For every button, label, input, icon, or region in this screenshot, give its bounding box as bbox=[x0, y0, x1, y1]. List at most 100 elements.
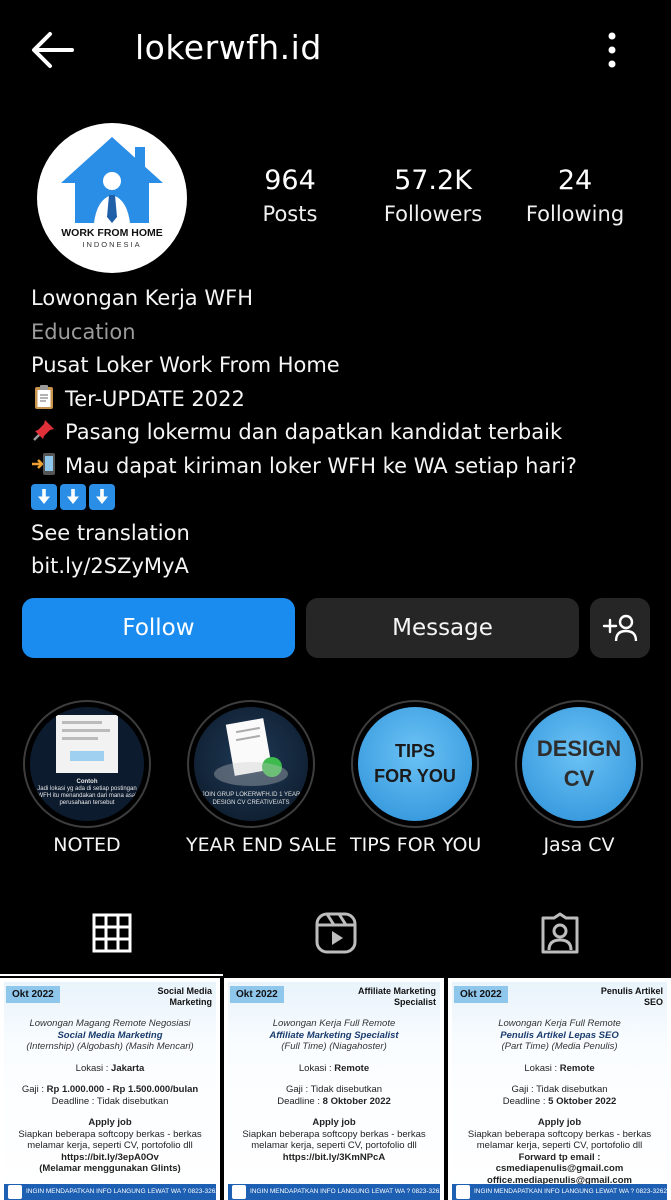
post-salary-label: Gaji : bbox=[511, 1084, 534, 1095]
avatar-logo-subtext: INDONESIA bbox=[82, 240, 142, 249]
posts-count-value: 964 bbox=[264, 165, 316, 196]
highlight-tips-cover-line2: FOR YOU bbox=[374, 766, 456, 786]
post-date: Okt 2022 bbox=[6, 986, 60, 1003]
highlight-ring: Contoh Jadi lokasi yg ada di setiap post… bbox=[23, 700, 151, 828]
bio-line-2-text: Ter-UPDATE 2022 bbox=[65, 386, 245, 411]
pushpin-emoji-icon bbox=[31, 417, 57, 443]
add-user-icon bbox=[602, 614, 638, 642]
suggested-users-button[interactable] bbox=[590, 598, 650, 658]
post-position: Social Media Marketing bbox=[57, 1029, 163, 1041]
post-apply-note: (Melamar menggunakan Glints) bbox=[39, 1163, 181, 1174]
post-date: Okt 2022 bbox=[454, 986, 508, 1003]
profile-username: lokerwfh.id bbox=[135, 28, 322, 67]
following-count-label: Following bbox=[525, 202, 625, 226]
post-salary: Rp 1.000.000 - Rp 1.500.000/bulan bbox=[46, 1084, 199, 1095]
post-position: Affiliate Marketing Specialist bbox=[269, 1029, 399, 1041]
post-deadline-label: Deadline : bbox=[502, 1095, 546, 1107]
highlight-tips-cover-line1: TIPS bbox=[394, 741, 435, 761]
followers-count-label: Followers bbox=[383, 202, 483, 226]
bio-line-3: Pasang lokermu dan dapatkan kandidat ter… bbox=[31, 416, 651, 450]
post-role: Social Media Marketing bbox=[157, 986, 212, 1007]
post-thumbnail[interactable]: Okt 2022 Penulis Artikel SEO Lowongan Ke… bbox=[448, 978, 671, 1200]
highlight-ring: JOIN GRUP LOKERWFH.ID 1 YEAR DESIGN CV C… bbox=[187, 700, 315, 828]
post-role: Penulis Artikel SEO bbox=[600, 986, 663, 1007]
home-logo-icon bbox=[232, 1185, 246, 1199]
posts-count[interactable]: 964 Posts bbox=[240, 165, 340, 226]
follow-button[interactable]: Follow bbox=[22, 598, 295, 658]
post-position: Penulis Artikel Lepas SEO bbox=[500, 1029, 619, 1041]
highlight-label: TIPS FOR YOU bbox=[350, 834, 482, 856]
bio-line-4-text: Mau dapat kiriman loker WFH ke WA setiap… bbox=[65, 453, 577, 478]
grid-icon bbox=[92, 913, 131, 953]
post-body: Lowongan Kerja Full Remote Penulis Artik… bbox=[458, 1018, 661, 1186]
top-bar: lokerwfh.id bbox=[0, 0, 671, 100]
highlight-label: YEAR END SALE bbox=[186, 834, 337, 856]
post-deadline: 5 Oktober 2022 bbox=[548, 1095, 617, 1107]
active-tab-indicator bbox=[0, 974, 223, 976]
post-footer: INGIN MENDAPATKAN INFO LANGUNG LEWAT WA … bbox=[452, 1184, 667, 1200]
post-apply-text: Siapkan beberapa softcopy berkas - berka… bbox=[467, 1128, 652, 1152]
highlight-sale-subcaption: DESIGN CV CREATIVE/ATS bbox=[212, 800, 290, 806]
post-location-label: Lokasi : bbox=[298, 1062, 332, 1074]
post-thumbnail[interactable]: Okt 2022 Affiliate Marketing Specialist … bbox=[224, 978, 444, 1200]
post-apply-link: Forward tp email : csmediapenulis@gmail.… bbox=[495, 1151, 624, 1175]
post-footer: INGIN MENDAPATKAN INFO LANGUNG LEWAT WA … bbox=[4, 1184, 216, 1200]
post-card: Okt 2022 Affiliate Marketing Specialist … bbox=[228, 982, 440, 1200]
post-subtitle: (Internship) (Algobash) (Masih Mencari) bbox=[26, 1041, 194, 1052]
profile-avatar[interactable]: WORK FROM HOME INDONESIA bbox=[37, 123, 187, 273]
highlight-jasa-cv[interactable]: DESIGN CV Jasa CV bbox=[514, 700, 644, 856]
post-location: Jakarta bbox=[111, 1062, 145, 1074]
tab-reels[interactable] bbox=[224, 890, 447, 976]
more-options-icon[interactable] bbox=[596, 30, 628, 70]
highlight-noted-cover: Contoh Jadi lokasi yg ada di setiap post… bbox=[30, 707, 144, 821]
bio-line-3-text: Pasang lokermu dan dapatkan kandidat ter… bbox=[65, 420, 563, 444]
bio-link[interactable]: bit.ly/2SZyMyA bbox=[31, 550, 651, 584]
see-translation-link[interactable]: See translation bbox=[31, 517, 651, 551]
highlight-year-end-sale[interactable]: JOIN GRUP LOKERWFH.ID 1 YEAR DESIGN CV C… bbox=[186, 700, 337, 856]
highlight-noted-heading: Contoh bbox=[76, 779, 98, 785]
highlight-label: Jasa CV bbox=[543, 834, 615, 856]
highlight-label: NOTED bbox=[53, 834, 121, 856]
post-date: Okt 2022 bbox=[230, 986, 284, 1003]
home-logo-icon bbox=[8, 1185, 22, 1199]
phone-arrow-emoji-icon bbox=[31, 451, 57, 477]
post-salary-label: Gaji : bbox=[21, 1084, 44, 1095]
post-apply-text: Siapkan beberapa softcopy berkas - berka… bbox=[242, 1128, 426, 1152]
bio-line-1: Pusat Loker Work From Home bbox=[31, 353, 340, 377]
tab-tagged[interactable] bbox=[448, 890, 671, 976]
profile-tabs bbox=[0, 890, 671, 976]
reels-icon bbox=[315, 912, 356, 954]
highlight-noted[interactable]: Contoh Jadi lokasi yg ada di setiap post… bbox=[22, 700, 152, 856]
message-button[interactable]: Message bbox=[306, 598, 579, 658]
down-arrow-emoji-icon bbox=[31, 484, 57, 510]
post-title: Lowongan Magang Remote Negosiasi bbox=[29, 1018, 191, 1029]
post-body: Lowongan Magang Remote Negosiasi Social … bbox=[10, 1018, 210, 1175]
tab-grid[interactable] bbox=[0, 890, 223, 976]
highlight-noted-text: Jadi lokasi yg ada di setiap postingan W… bbox=[37, 786, 137, 806]
post-role: Affiliate Marketing Specialist bbox=[357, 986, 436, 1007]
bio-category: Education bbox=[31, 319, 136, 344]
post-location-label: Lokasi : bbox=[524, 1062, 558, 1074]
post-deadline: Tidak disebutkan bbox=[96, 1095, 169, 1107]
bio-line-4: Mau dapat kiriman loker WFH ke WA setiap… bbox=[31, 450, 651, 484]
post-card: Okt 2022 Social Media Marketing Lowongan… bbox=[4, 982, 216, 1200]
post-apply-text: Siapkan beberapa softcopy berkas - berka… bbox=[18, 1128, 202, 1152]
post-title: Lowongan Kerja Full Remote bbox=[272, 1018, 396, 1029]
followers-count[interactable]: 57.2K Followers bbox=[368, 165, 498, 226]
posts-count-label: Posts bbox=[262, 202, 318, 226]
highlight-tips-for-you[interactable]: TIPS FOR YOU TIPS FOR YOU bbox=[350, 700, 482, 856]
following-count-value: 24 bbox=[557, 165, 593, 196]
post-apply-link: https://bit.ly/3epA0Ov bbox=[61, 1151, 159, 1163]
post-apply-link: https://bit.ly/3KmNPcA bbox=[282, 1151, 386, 1163]
highlight-sale-cover: JOIN GRUP LOKERWFH.ID 1 YEAR DESIGN CV C… bbox=[194, 707, 308, 821]
home-logo-icon bbox=[456, 1185, 470, 1199]
avatar-logo-text: WORK FROM HOME bbox=[61, 227, 163, 239]
post-salary: Tidak disebutkan bbox=[310, 1084, 383, 1095]
following-count[interactable]: 24 Following bbox=[515, 165, 635, 226]
post-apply-heading: Apply job bbox=[312, 1117, 356, 1128]
post-salary-label: Gaji : bbox=[285, 1084, 309, 1095]
back-arrow-icon[interactable] bbox=[28, 28, 76, 72]
highlight-design-cover-line1: DESIGN bbox=[536, 736, 622, 761]
post-apply-heading: Apply job bbox=[88, 1117, 132, 1128]
post-thumbnail[interactable]: Okt 2022 Social Media Marketing Lowongan… bbox=[0, 978, 220, 1200]
